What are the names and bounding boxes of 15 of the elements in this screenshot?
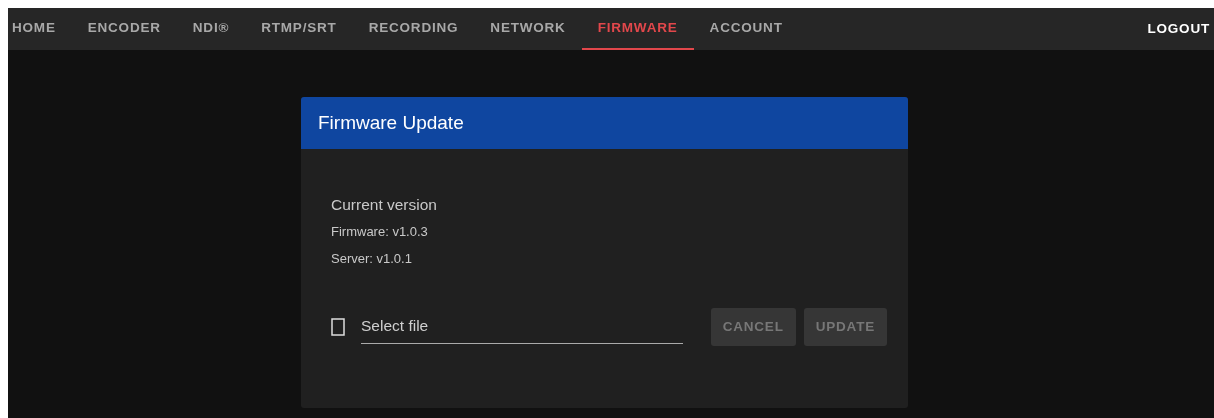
section-heading: Current version xyxy=(331,195,438,215)
nav-tab[interactable]: FIRMWARE xyxy=(581,8,694,50)
nav-tab[interactable]: NETWORK xyxy=(474,8,582,50)
nav-tab[interactable]: ACCOUNT xyxy=(693,8,799,50)
nav-tab[interactable]: ENCODER xyxy=(71,8,177,50)
file-input-field[interactable]: Select file xyxy=(361,310,683,345)
square-icon xyxy=(331,318,345,337)
logout-button[interactable]: LOGOUT xyxy=(1131,18,1214,40)
dialog-title: Firmware Update xyxy=(301,97,908,149)
version-text: Firmware: v1.0.3 xyxy=(331,223,429,242)
nav-tab[interactable]: RTMP/SRT xyxy=(245,8,353,50)
version-text: Server: v1.0.1 xyxy=(331,249,413,268)
nav-tab[interactable]: NDI® xyxy=(176,8,246,50)
nav-tab[interactable]: HOME xyxy=(8,8,72,50)
nav-tab[interactable]: RECORDING xyxy=(352,8,475,50)
